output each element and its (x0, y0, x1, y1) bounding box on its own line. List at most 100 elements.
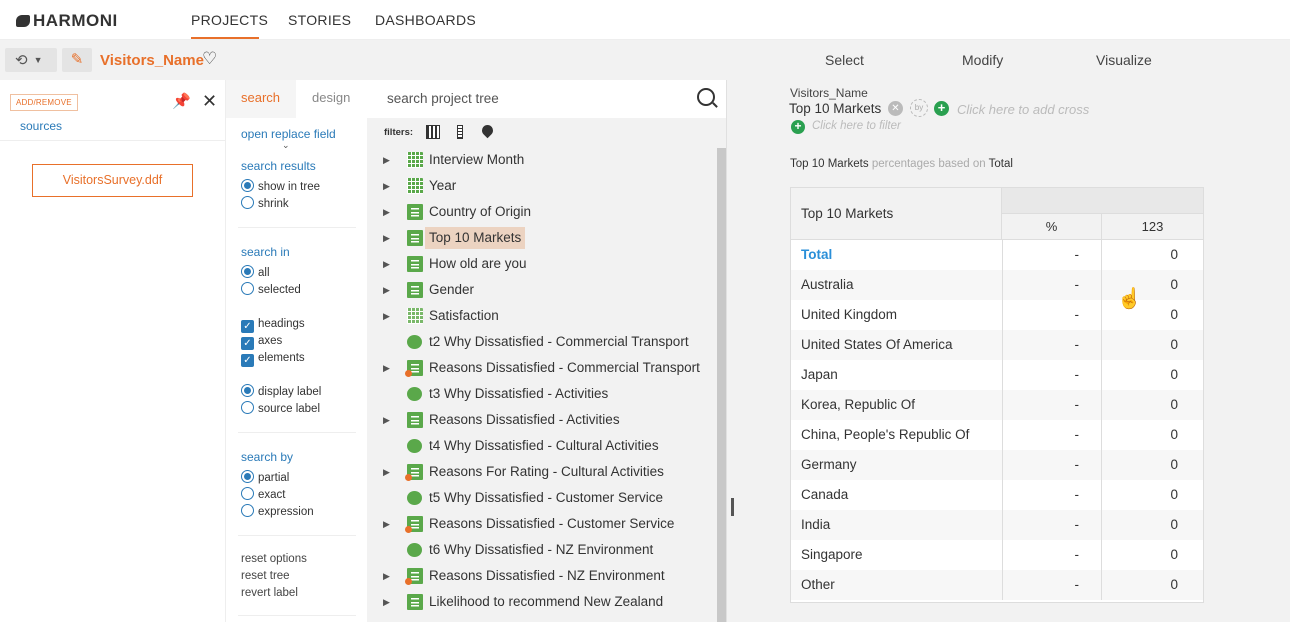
mode-modify-tab[interactable]: Modify (962, 52, 1003, 68)
tree-item[interactable]: ▶ How old are you (383, 253, 713, 275)
table-row[interactable]: United States Of America - 0 (791, 330, 1203, 360)
splitter-grip-icon[interactable] (731, 498, 734, 516)
axes-checkbox[interactable]: ✓ axes (241, 333, 282, 350)
row-label: Other (801, 577, 835, 592)
tree-item[interactable]: t6 Why Dissatisfied - NZ Environment (383, 539, 713, 561)
table-row[interactable]: Japan - 0 (791, 360, 1203, 390)
edit-name-button[interactable]: ✎ (62, 48, 92, 72)
by-icon[interactable]: by (910, 99, 928, 117)
column-header-percent[interactable]: % (1002, 214, 1102, 240)
tree-item[interactable]: ▶ Satisfaction (383, 305, 713, 327)
display-label-radio[interactable]: display label (241, 384, 321, 400)
add-remove-button[interactable]: ADD/REMOVE (10, 94, 78, 111)
location-filter-icon[interactable] (479, 122, 496, 139)
search-icon[interactable] (697, 88, 715, 106)
tree-item[interactable]: ▶ Reasons Dissatisfied - Activities (383, 409, 713, 431)
remove-icon[interactable]: ✕ (888, 101, 903, 116)
percent-cell: - (1002, 570, 1102, 600)
variable-filter-icon[interactable] (457, 125, 463, 139)
partial-radio[interactable]: partial (241, 470, 289, 486)
expand-arrow-icon[interactable]: ▶ (383, 175, 390, 197)
harmoni-logo[interactable]: HARMONI (16, 11, 118, 31)
tree-item[interactable]: ▶ Year (383, 175, 713, 197)
sources-link[interactable]: sources (20, 119, 62, 133)
pin-icon[interactable]: 📌 (172, 92, 191, 110)
source-file-button[interactable]: VisitorsSurvey.ddf (32, 164, 193, 197)
table-row[interactable]: India - 0 (791, 510, 1203, 540)
tree-item-label: Likelihood to recommend New Zealand (429, 594, 664, 609)
search-in-selected-radio[interactable]: selected (241, 282, 301, 298)
tree-item[interactable]: t3 Why Dissatisfied - Activities (383, 383, 713, 405)
percent-cell: - (1002, 240, 1102, 270)
tree-item[interactable]: ▶ Reasons Dissatisfied - NZ Environment (383, 565, 713, 587)
search-by-heading: search by (241, 450, 294, 464)
tree-item[interactable]: ▶ Interview Month (383, 149, 713, 171)
table-row[interactable]: Canada - 0 (791, 480, 1203, 510)
source-label-radio[interactable]: source label (241, 401, 320, 417)
tree-item[interactable]: t5 Why Dissatisfied - Customer Service (383, 487, 713, 509)
expand-arrow-icon[interactable]: ▶ (383, 201, 390, 223)
percent-cell: - (1002, 330, 1102, 360)
expand-arrow-icon[interactable]: ▶ (383, 279, 390, 301)
row-header[interactable]: Top 10 Markets (791, 188, 1002, 240)
nav-tab-stories[interactable]: STORIES (288, 12, 351, 28)
tree-item[interactable]: ▶ Country of Origin (383, 201, 713, 223)
grid-filter-icon[interactable] (426, 125, 440, 139)
expand-arrow-icon[interactable]: ▶ (383, 513, 390, 535)
table-row[interactable]: China, People's Republic Of - 0 (791, 420, 1203, 450)
reset-tree-link[interactable]: reset tree (241, 570, 290, 582)
row-label: Total (801, 247, 833, 262)
mode-select-tab[interactable]: Select (825, 52, 864, 68)
table-row[interactable]: Other - 0 (791, 570, 1203, 600)
add-cross-placeholder[interactable]: Click here to add cross (957, 102, 1089, 117)
close-icon[interactable]: ✕ (202, 91, 217, 112)
tree-search-input[interactable]: search project tree (387, 91, 499, 106)
nav-tab-projects[interactable]: PROJECTS (191, 12, 268, 28)
revert-label-link[interactable]: revert label (241, 587, 298, 599)
table-row[interactable]: Singapore - 0 (791, 540, 1203, 570)
expand-arrow-icon[interactable]: ▶ (383, 409, 390, 431)
tree-item[interactable]: ▶ Reasons For Rating - Cultural Activitie… (383, 461, 713, 483)
tree-item[interactable]: t2 Why Dissatisfied - Commercial Transpo… (383, 331, 713, 353)
tree-item[interactable]: ▶ Likelihood to recommend New Zealand (383, 591, 713, 613)
expand-arrow-icon[interactable]: ▶ (383, 149, 390, 171)
table-row[interactable]: Germany - 0 (791, 450, 1203, 480)
table-row[interactable]: Total - 0 (791, 240, 1203, 270)
expand-arrow-icon[interactable]: ▶ (383, 565, 390, 587)
row-variable[interactable]: Top 10 Markets (789, 101, 881, 116)
expand-arrow-icon[interactable]: ▶ (383, 591, 390, 613)
expression-radio[interactable]: expression (241, 504, 314, 520)
tree-scrollbar[interactable] (717, 148, 726, 622)
expand-arrow-icon[interactable]: ▶ (383, 357, 390, 379)
expand-arrow-icon[interactable]: ▶ (383, 253, 390, 275)
tree-item[interactable]: ▶ Top 10 Markets (383, 227, 713, 249)
tree-item[interactable]: ▶ Gender (383, 279, 713, 301)
history-button[interactable]: ⟲ ▼ (5, 48, 57, 72)
expand-arrow-icon[interactable]: ▶ (383, 305, 390, 327)
panel-splitter[interactable] (726, 80, 738, 622)
expand-arrow-icon[interactable]: ▶ (383, 461, 390, 483)
show-in-tree-radio[interactable]: show in tree (241, 179, 320, 195)
add-filter-icon[interactable]: + (791, 120, 805, 134)
nav-tab-dashboards[interactable]: DASHBOARDS (375, 12, 476, 28)
column-header-count[interactable]: 123 (1102, 214, 1203, 240)
table-row[interactable]: Korea, Republic Of - 0 (791, 390, 1203, 420)
open-replace-field-link[interactable]: open replace field (241, 127, 336, 141)
add-filter-placeholder[interactable]: Click here to filter (812, 120, 901, 132)
mode-visualize-tab[interactable]: Visualize (1096, 52, 1152, 68)
add-cross-icon[interactable]: + (934, 101, 949, 116)
headings-checkbox[interactable]: ✓ headings (241, 316, 305, 333)
exact-radio[interactable]: exact (241, 487, 286, 503)
expand-arrow-icon[interactable]: ▶ (383, 227, 390, 249)
tree-item[interactable]: ▶ Reasons Dissatisfied - Commercial Trans… (383, 357, 713, 379)
shrink-radio[interactable]: shrink (241, 196, 289, 212)
tab-design[interactable]: design (312, 90, 350, 105)
heart-icon[interactable]: ♡ (202, 49, 217, 69)
elements-checkbox[interactable]: ✓ elements (241, 350, 305, 367)
chevron-down-icon[interactable]: ⌄ (282, 140, 290, 151)
tree-item[interactable]: ▶ Reasons Dissatisfied - Customer Service (383, 513, 713, 535)
tab-search[interactable]: search (226, 80, 296, 118)
tree-item[interactable]: t4 Why Dissatisfied - Cultural Activitie… (383, 435, 713, 457)
search-in-all-radio[interactable]: all (241, 265, 270, 281)
reset-options-link[interactable]: reset options (241, 553, 307, 565)
